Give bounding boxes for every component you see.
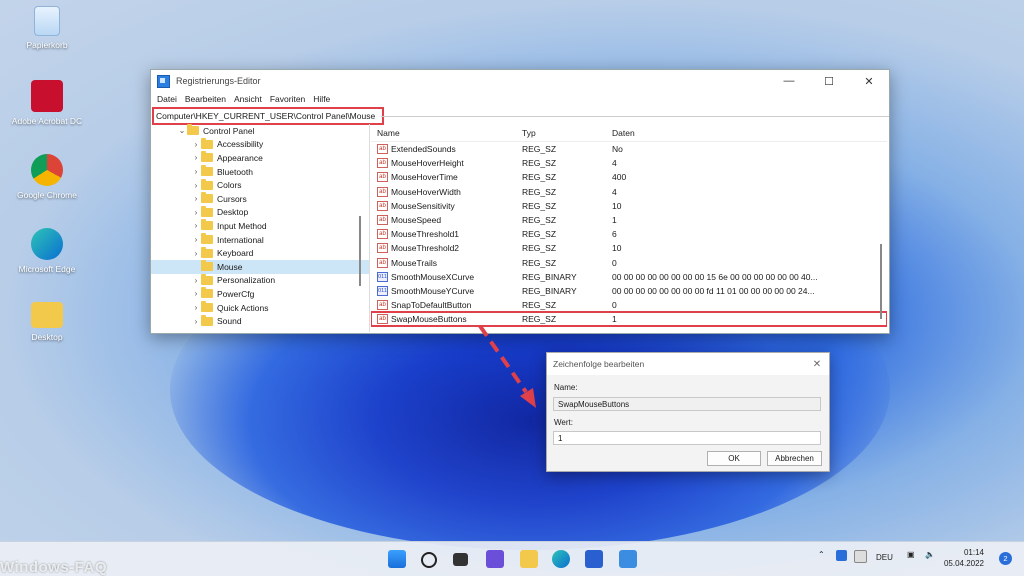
edit-string-dialog: Zeichenfolge bearbeiten ✕ Name: SwapMous… — [546, 352, 830, 472]
dialog-title: Zeichenfolge bearbeiten — [553, 359, 645, 369]
store-icon[interactable] — [585, 550, 603, 568]
tray-app-icon[interactable] — [854, 550, 867, 563]
volume-icon[interactable]: 🔈 — [925, 550, 935, 559]
search-icon[interactable] — [421, 552, 437, 568]
clock-time: 01:14 — [963, 548, 984, 557]
language-indicator[interactable]: DEU — [876, 553, 893, 562]
regedit-taskbar-icon[interactable] — [619, 550, 637, 568]
ok-button[interactable]: OK — [707, 451, 761, 466]
task-view-icon[interactable] — [453, 553, 468, 566]
name-field: SwapMouseButtons — [553, 397, 821, 411]
edge-icon[interactable] — [552, 550, 570, 568]
widgets-icon[interactable] — [486, 550, 504, 568]
clock-date: 05.04.2022 — [943, 559, 984, 568]
value-label: Wert: — [554, 418, 573, 427]
cancel-button[interactable]: Abbrechen — [767, 451, 822, 466]
taskbar: ⌃ DEU ▣ 🔈 01:14 05.04.2022 2 — [0, 541, 1024, 576]
dialog-title-bar[interactable]: Zeichenfolge bearbeiten ✕ — [547, 353, 829, 375]
defender-icon[interactable] — [836, 550, 847, 561]
file-explorer-icon[interactable] — [520, 550, 538, 568]
chevron-up-icon[interactable]: ⌃ — [818, 550, 825, 559]
notification-badge[interactable]: 2 — [999, 552, 1012, 565]
value-input[interactable]: 1 — [553, 431, 821, 445]
close-icon[interactable]: ✕ — [805, 359, 829, 370]
clock[interactable]: 01:14 05.04.2022 — [944, 547, 984, 569]
watermark-logo: Windows-FAQ — [0, 559, 108, 576]
network-icon[interactable]: ▣ — [907, 550, 915, 559]
start-icon[interactable] — [388, 550, 406, 568]
annotation-arrow — [478, 324, 536, 408]
name-label: Name: — [554, 383, 578, 392]
